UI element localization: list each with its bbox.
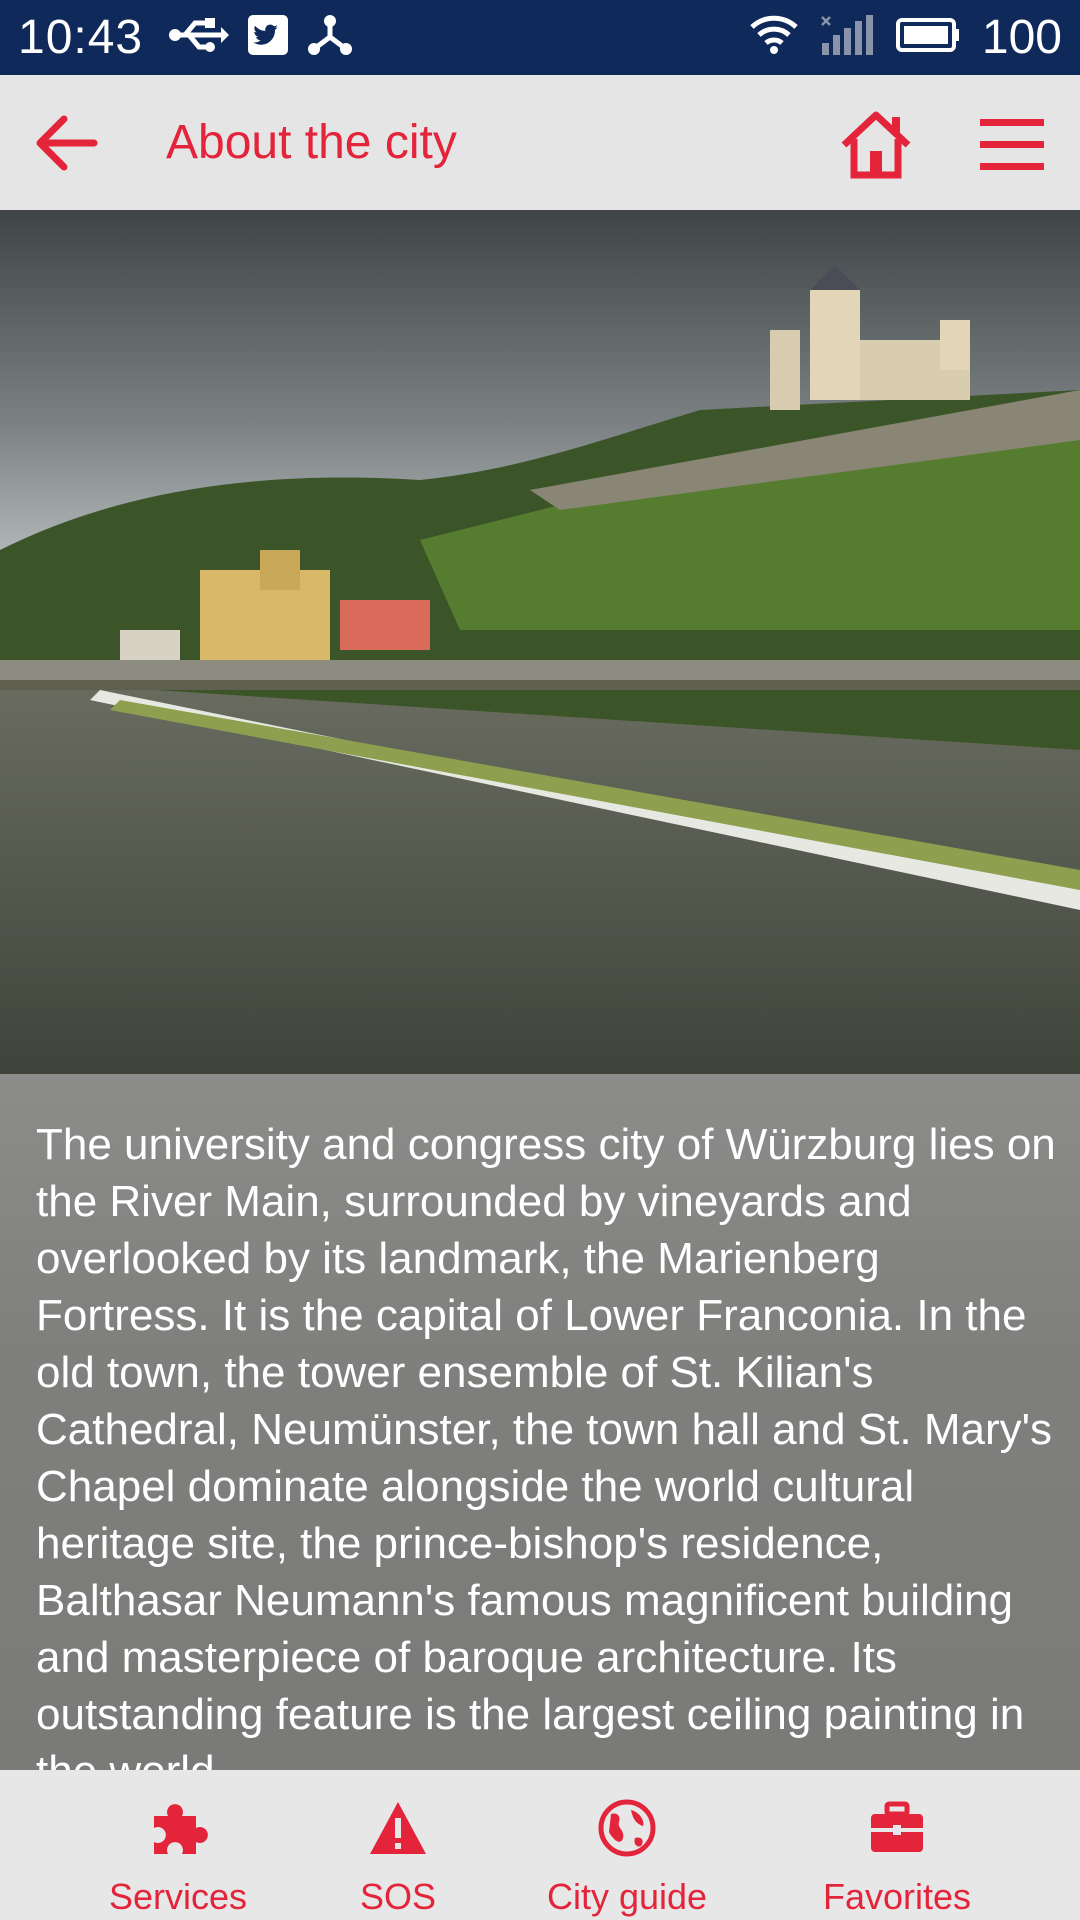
- nav-item-services[interactable]: Services: [80, 1770, 276, 1920]
- status-bar: 10:43 100: [0, 0, 1080, 75]
- status-time: 10:43: [18, 11, 144, 64]
- description-text: The university and congress city of Würz…: [36, 1120, 1056, 1770]
- nav-label-favorites: Favorites: [822, 1876, 972, 1917]
- back-button[interactable]: [30, 107, 102, 179]
- puzzle-icon: [154, 1804, 208, 1854]
- city-photo-illustration: [0, 210, 1080, 1074]
- warning-icon: [370, 1802, 426, 1854]
- nav-item-favorites[interactable]: Favorites: [800, 1770, 994, 1920]
- signal-icon: [820, 15, 874, 60]
- nav-item-sos[interactable]: SOS: [330, 1770, 466, 1920]
- city-description[interactable]: The university and congress city of Würz…: [0, 1074, 1080, 1770]
- wifi-icon: [750, 15, 798, 60]
- nav-label-services: Services: [108, 1876, 248, 1917]
- battery-icon: [895, 18, 960, 57]
- city-photo[interactable]: [0, 210, 1080, 1074]
- share-icon: [307, 13, 353, 62]
- home-icon: [841, 111, 911, 179]
- nav-label-sos: SOS: [359, 1876, 437, 1917]
- menu-button[interactable]: [976, 109, 1048, 181]
- globe-icon: [598, 1799, 656, 1857]
- battery-level: 100: [981, 11, 1062, 64]
- notification-icons: [167, 13, 353, 62]
- menu-icon: [980, 119, 1044, 170]
- system-icons: 100: [750, 10, 1062, 65]
- back-arrow-icon: [36, 115, 98, 171]
- bottom-navigation: Services SOS City guide Favorites: [0, 1770, 1080, 1920]
- twitter-icon: [247, 14, 289, 61]
- home-button[interactable]: [840, 109, 912, 181]
- nav-label-city-guide: City guide: [546, 1876, 708, 1917]
- nav-item-city-guide[interactable]: City guide: [530, 1770, 724, 1920]
- app-bar: About the city: [0, 75, 1080, 210]
- usb-icon: [167, 15, 230, 60]
- briefcase-icon: [871, 1801, 923, 1852]
- page-title: About the city: [166, 116, 457, 169]
